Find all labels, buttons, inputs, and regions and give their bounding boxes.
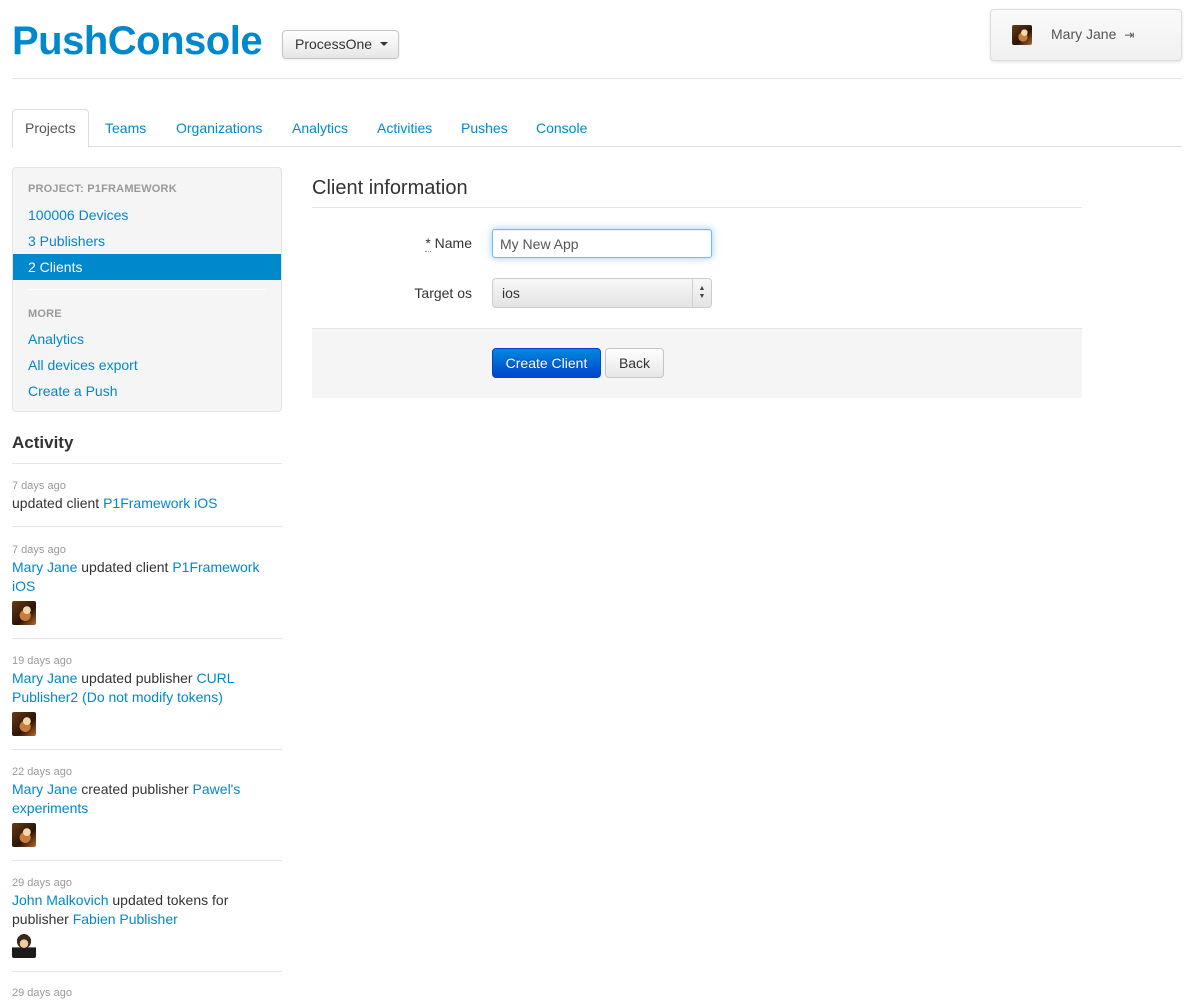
activity-divider [12, 638, 282, 639]
name-label-text: Name [430, 235, 472, 251]
activity-avatar [12, 934, 36, 958]
activity-title: Activity [12, 433, 74, 452]
tab-console[interactable]: Console [524, 109, 599, 147]
activity-actor-link[interactable]: Mary Jane [12, 670, 77, 686]
activity-time: 19 days ago [12, 655, 72, 667]
activity-target-link[interactable]: Fabien Publisher [73, 911, 178, 927]
activity-time: 7 days ago [12, 480, 66, 492]
tab-projects[interactable]: Projects [12, 109, 89, 148]
name-label: * Name [312, 235, 472, 252]
activity-item: 22 days ago Mary Jane created publisher … [12, 764, 282, 850]
activity-item: 29 days ago John Malkovich updated token… [12, 875, 282, 961]
activity-action: updated client [12, 495, 104, 511]
user-name: Mary Jane [1051, 26, 1117, 42]
activity-time: 22 days ago [12, 766, 72, 778]
app-brand[interactable]: PushConsole [12, 17, 263, 65]
activity-action: updated publisher [77, 670, 197, 686]
target-os-value: ios [502, 285, 520, 301]
project-sidebar: PROJECT: P1FRAMEWORK 100006 Devices 3 Pu… [12, 167, 282, 412]
activity-target-link[interactable]: P1Framework iOS [103, 495, 217, 511]
tab-pushes[interactable]: Pushes [449, 109, 520, 147]
form-legend: Client information [312, 176, 1082, 208]
activity-divider [12, 463, 282, 464]
project-header: PROJECT: P1FRAMEWORK [28, 183, 177, 195]
activity-item: 29 days ago [12, 985, 282, 1001]
activity-time: 7 days ago [12, 544, 66, 556]
select-arrows-icon: ▲ ▼ [692, 279, 711, 307]
activity-action: updated client [77, 559, 173, 575]
sidebar-item-create-push[interactable]: Create a Push [13, 378, 281, 404]
name-input[interactable] [492, 229, 712, 258]
activity-item: 7 days ago updated client P1Framework iO… [12, 478, 282, 513]
activity-divider [12, 749, 282, 750]
activity-time: 29 days ago [12, 877, 72, 889]
activity-actor-link[interactable]: Mary Jane [12, 559, 77, 575]
more-header: MORE [28, 308, 62, 320]
tab-activities[interactable]: Activities [365, 109, 444, 147]
header-divider [12, 78, 1182, 79]
sidebar-item-clients[interactable]: 2 Clients [13, 254, 281, 280]
main-tabs: Projects Teams Organizations Analytics A… [12, 109, 1182, 148]
organization-dropdown[interactable]: ProcessOne [282, 30, 399, 59]
create-client-button[interactable]: Create Client [492, 348, 601, 378]
organization-dropdown-label: ProcessOne [295, 36, 373, 52]
activity-time: 29 days ago [12, 987, 72, 999]
sidebar-item-devices-export[interactable]: All devices export [13, 352, 281, 378]
user-menu[interactable]: Mary Jane ⇥ [990, 9, 1182, 61]
target-os-label: Target os [414, 285, 472, 301]
activity-avatar [12, 601, 36, 625]
sidebar-item-publishers[interactable]: 3 Publishers [13, 228, 281, 254]
logout-icon[interactable]: ⇥ [1124, 28, 1134, 42]
sidebar-item-devices[interactable]: 100006 Devices [13, 202, 281, 228]
activity-divider [12, 971, 282, 972]
activity-divider [12, 860, 282, 861]
form-actions: Create Client Back [312, 328, 1082, 398]
target-os-select[interactable]: ios ▲ ▼ [492, 278, 712, 308]
tab-teams[interactable]: Teams [93, 109, 158, 147]
activity-avatar [12, 712, 36, 736]
tab-analytics[interactable]: Analytics [280, 109, 360, 147]
sidebar-item-analytics[interactable]: Analytics [13, 326, 281, 352]
activity-item: 7 days ago Mary Jane updated client P1Fr… [12, 542, 282, 628]
sidebar-divider [28, 289, 266, 290]
activity-actor-link[interactable]: John Malkovich [12, 892, 109, 908]
activity-actor-link[interactable]: Mary Jane [12, 781, 77, 797]
user-avatar [1012, 25, 1032, 45]
activity-action: created publisher [77, 781, 193, 797]
activity-item: 19 days ago Mary Jane updated publisher … [12, 653, 282, 739]
activity-divider [12, 526, 282, 527]
tab-organizations[interactable]: Organizations [164, 109, 274, 147]
activity-avatar [12, 823, 36, 847]
caret-down-icon [379, 42, 388, 47]
back-button[interactable]: Back [605, 348, 664, 378]
